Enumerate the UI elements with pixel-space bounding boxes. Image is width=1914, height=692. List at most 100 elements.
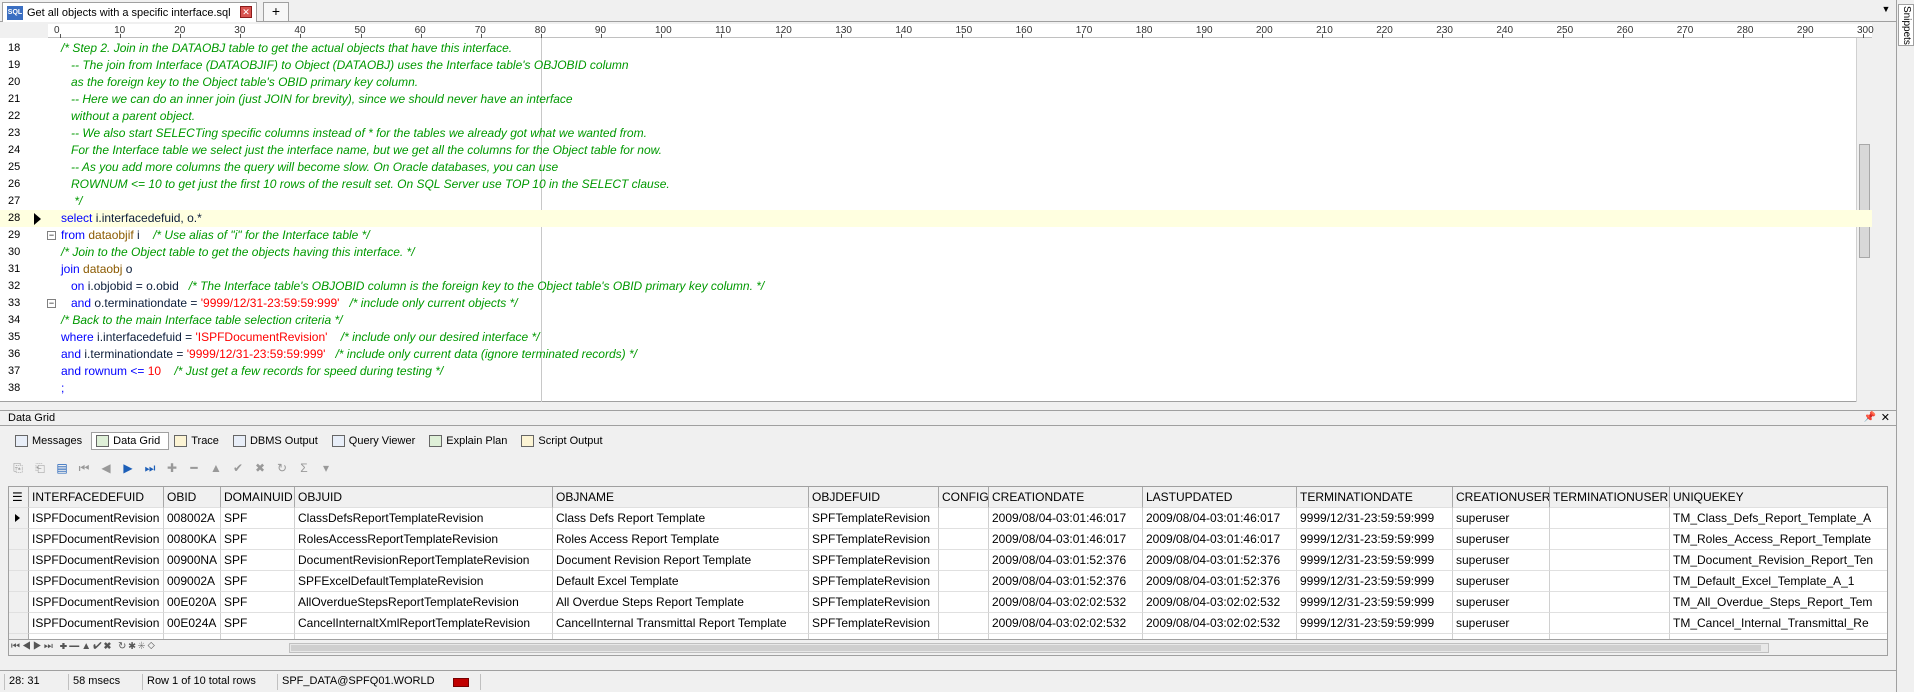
code-line[interactable]: 23 -- We also start SELECTing specific c… xyxy=(0,125,1872,142)
tab-trace[interactable]: Trace xyxy=(169,432,228,450)
code-line[interactable]: 27 */ xyxy=(0,193,1872,210)
table-cell[interactable]: 2009/08/04-03:01:46:017 xyxy=(989,529,1143,550)
grid-navigator[interactable]: ⏮◀▶⏭ ✚━▲✔✖ ↻✱✳◇ xyxy=(11,641,157,652)
table-cell[interactable]: 9999/12/31-23:59:59:999 xyxy=(1297,592,1453,613)
tab-messages[interactable]: Messages xyxy=(10,432,91,450)
table-row[interactable]: ISPFDocumentRevision 00800KA SPF RolesAcces… xyxy=(9,529,1887,550)
table-cell[interactable]: 00900NA xyxy=(164,550,221,571)
code-line[interactable]: 31 join dataobj o xyxy=(0,261,1872,278)
table-cell[interactable]: TM_Class_Defs_Report_Template_A xyxy=(1670,508,1887,529)
code-line[interactable]: 22 without a parent object. xyxy=(0,108,1872,125)
column-header[interactable]: CONFIG xyxy=(939,487,989,508)
cancel-record-icon[interactable]: ✖ xyxy=(252,460,268,476)
pin-icon[interactable]: 📌 xyxy=(1864,411,1876,425)
table-cell[interactable]: 9999/12/31-23:59:59:999 xyxy=(1297,529,1453,550)
row-selector[interactable] xyxy=(9,613,29,634)
table-cell[interactable]: 9999/12/31-23:59:59:999 xyxy=(1297,508,1453,529)
table-cell[interactable]: 2009/08/04-03:02:02:532 xyxy=(1143,592,1297,613)
table-cell[interactable]: ClassDefsReportTemplateRevision xyxy=(295,508,553,529)
table-cell[interactable]: 2009/08/04-03:02:02:532 xyxy=(989,613,1143,634)
table-cell[interactable]: 00800KA xyxy=(164,529,221,550)
table-cell[interactable] xyxy=(1550,592,1670,613)
post-record-icon[interactable]: ✔ xyxy=(230,460,246,476)
table-cell[interactable]: Document Revision Report Template xyxy=(553,550,809,571)
table-cell[interactable]: SPF xyxy=(221,571,295,592)
table-cell[interactable]: ISPFDocumentRevision xyxy=(29,508,164,529)
table-cell[interactable]: 008002A xyxy=(164,508,221,529)
sql-editor[interactable]: 18 /* Step 2. Join in the DATAOBJ table t… xyxy=(0,38,1872,402)
row-selector[interactable] xyxy=(9,508,29,529)
row-selector[interactable] xyxy=(9,550,29,571)
table-cell[interactable]: CancelInternal Transmittal Report Templa… xyxy=(553,613,809,634)
code-line[interactable]: 25 -- As you add more columns the query … xyxy=(0,159,1872,176)
table-cell[interactable]: SPF xyxy=(221,613,295,634)
table-cell[interactable]: SPF xyxy=(221,592,295,613)
table-cell[interactable] xyxy=(939,550,989,571)
table-cell[interactable]: SPFTemplateRevision xyxy=(809,571,939,592)
code-line[interactable]: 24 For the Interface table we select jus… xyxy=(0,142,1872,159)
column-header[interactable]: OBJNAME xyxy=(553,487,809,508)
table-cell[interactable]: ISPFDocumentRevision xyxy=(29,613,164,634)
code-line[interactable]: 38; xyxy=(0,380,1872,397)
new-tab-button[interactable]: + xyxy=(263,2,289,22)
tab-sql-file[interactable]: SQL Get all objects with a specific inte… xyxy=(2,2,289,22)
column-header[interactable]: UNIQUEKEY xyxy=(1670,487,1887,508)
code-line[interactable]: 19 -- The join from Interface (DATAOBJIF… xyxy=(0,57,1872,74)
table-cell[interactable] xyxy=(1550,529,1670,550)
table-cell[interactable]: 00E024A xyxy=(164,613,221,634)
code-line[interactable]: 21 -- Here we can do an inner join (just… xyxy=(0,91,1872,108)
table-cell[interactable]: Default Excel Template xyxy=(553,571,809,592)
table-cell[interactable]: 009002A xyxy=(164,571,221,592)
table-cell[interactable]: 2009/08/04-03:02:02:532 xyxy=(1143,613,1297,634)
row-selector[interactable] xyxy=(9,592,29,613)
table-cell[interactable]: TM_Default_Excel_Template_A_1 xyxy=(1670,571,1887,592)
table-cell[interactable]: superuser xyxy=(1453,529,1550,550)
table-cell[interactable] xyxy=(939,508,989,529)
snippets-tab[interactable]: Snippets xyxy=(1898,4,1914,46)
grid-scroll-thumb[interactable] xyxy=(291,645,1761,651)
table-cell[interactable]: All Overdue Steps Report Template xyxy=(553,592,809,613)
sum-icon[interactable]: Σ xyxy=(296,460,312,476)
table-cell[interactable] xyxy=(939,592,989,613)
prior-record-icon[interactable]: ◀ xyxy=(98,460,114,476)
table-cell[interactable]: 2009/08/04-03:01:52:376 xyxy=(989,550,1143,571)
code-line[interactable]: 20 as the foreign key to the Object tabl… xyxy=(0,74,1872,91)
table-cell[interactable]: 00E020A xyxy=(164,592,221,613)
table-cell[interactable]: TM_Cancel_Internal_Transmittal_Re xyxy=(1670,613,1887,634)
table-cell[interactable]: superuser xyxy=(1453,550,1550,571)
table-cell[interactable]: 2009/08/04-03:01:52:376 xyxy=(989,571,1143,592)
results-grid[interactable]: ☰ INTERFACEDEFUID OBID DOMAINUID OBJUID OBJNA… xyxy=(8,486,1888,640)
table-cell[interactable]: TM_Document_Revision_Report_Ten xyxy=(1670,550,1887,571)
tab-list-dropdown-icon[interactable]: ▼ xyxy=(1880,4,1892,16)
table-cell[interactable]: CancelInternaltXmlReportTemplateRevision xyxy=(295,613,553,634)
code-line[interactable]: 18 /* Step 2. Join in the DATAOBJ table t… xyxy=(0,40,1872,57)
code-line[interactable]: 26 ROWNUM <= 10 to get just the first 10… xyxy=(0,176,1872,193)
table-cell[interactable]: Roles Access Report Template xyxy=(553,529,809,550)
table-cell[interactable]: SPF xyxy=(221,550,295,571)
refresh-icon[interactable]: ↻ xyxy=(274,460,290,476)
column-header[interactable]: CREATIONUSER xyxy=(1453,487,1550,508)
sum-dropdown-icon[interactable]: ▾ xyxy=(318,460,334,476)
table-cell[interactable]: SPFTemplateRevision xyxy=(809,550,939,571)
table-cell[interactable]: 2009/08/04-03:01:46:017 xyxy=(989,508,1143,529)
table-cell[interactable]: TM_Roles_Access_Report_Template xyxy=(1670,529,1887,550)
column-header[interactable]: TERMINATIONDATE xyxy=(1297,487,1453,508)
table-cell[interactable]: superuser xyxy=(1453,592,1550,613)
table-cell[interactable]: SPFTemplateRevision xyxy=(809,592,939,613)
table-cell[interactable] xyxy=(1550,571,1670,592)
table-cell[interactable]: Class Defs Report Template xyxy=(553,508,809,529)
table-cell[interactable]: 9999/12/31-23:59:59:999 xyxy=(1297,571,1453,592)
column-header[interactable]: TERMINATIONUSER xyxy=(1550,487,1670,508)
table-cell[interactable]: 2009/08/04-03:02:02:532 xyxy=(989,592,1143,613)
table-cell[interactable]: DocumentRevisionReportTemplateRevision xyxy=(295,550,553,571)
table-cell[interactable]: superuser xyxy=(1453,508,1550,529)
column-header[interactable]: INTERFACEDEFUID xyxy=(29,487,164,508)
table-cell[interactable]: superuser xyxy=(1453,571,1550,592)
table-cell[interactable]: SPF xyxy=(221,508,295,529)
table-cell[interactable]: 9999/12/31-23:59:59:999 xyxy=(1297,550,1453,571)
last-record-icon[interactable]: ⏭ xyxy=(142,460,158,476)
table-cell[interactable] xyxy=(939,529,989,550)
tab-script-output[interactable]: Script Output xyxy=(516,432,611,450)
table-cell[interactable]: 2009/08/04-03:01:46:017 xyxy=(1143,508,1297,529)
close-tab-icon[interactable]: ✕ xyxy=(240,6,252,18)
